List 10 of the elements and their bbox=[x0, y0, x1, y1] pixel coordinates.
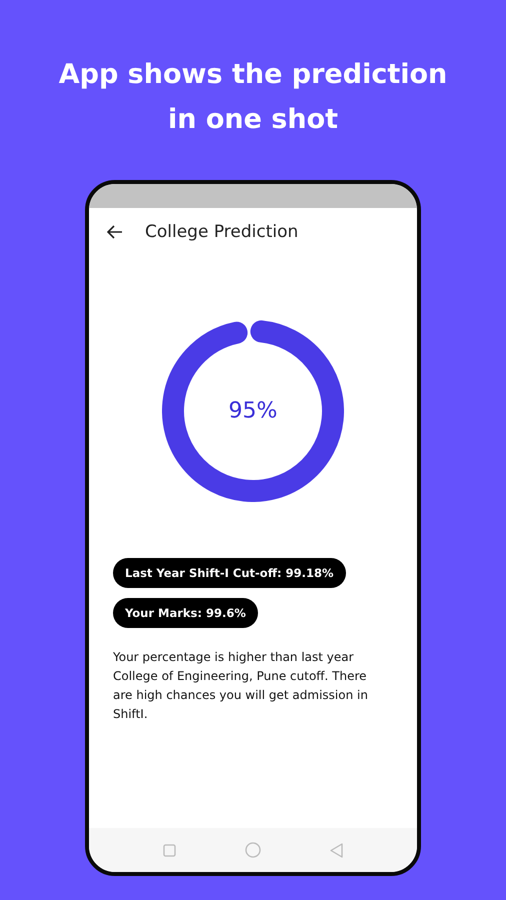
square-icon[interactable] bbox=[163, 844, 176, 856]
screen-title: College Prediction bbox=[145, 222, 298, 242]
back-icon[interactable] bbox=[107, 225, 123, 239]
info-chip: Last Year Shift-I Cut-off: 99.18% bbox=[113, 558, 346, 588]
headline: App shows the prediction in one shot bbox=[58, 58, 448, 137]
circle-icon[interactable] bbox=[244, 842, 261, 858]
prediction-message: Your percentage is higher than last year College of Engineering, Pune cutoff. There are high chances you will get admission in ShiftI. bbox=[113, 649, 369, 723]
percentage-reading: 95% bbox=[228, 398, 278, 424]
triangle-icon[interactable] bbox=[330, 842, 343, 858]
info-chip: Your Marks: 99.6% bbox=[113, 598, 258, 628]
